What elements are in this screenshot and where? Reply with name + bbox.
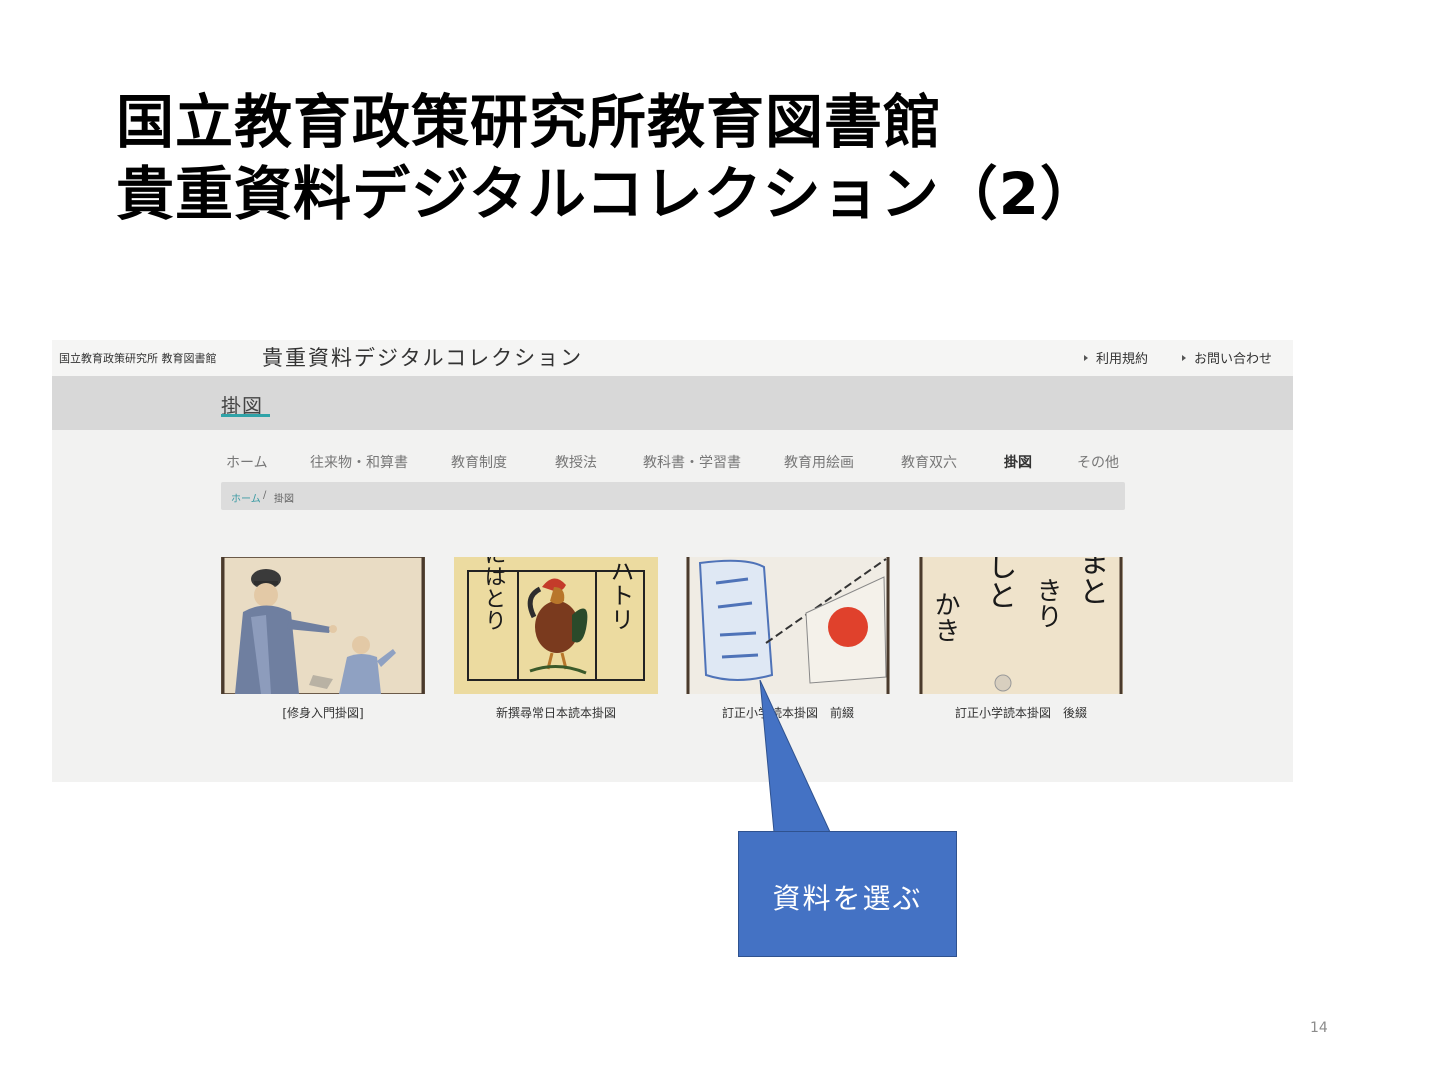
contact-label: お問い合わせ [1194,352,1273,367]
item-caption-2[interactable]: 新撰尋常日本読本掛図 [454,704,658,721]
thumb-text-left: にはとり [481,557,506,631]
figures-illustration [221,557,425,694]
slide-title-line1: 国立教育政策研究所教育図書館 [116,88,943,156]
site-header: 国立教育政策研究所 教育図書館 貴重資料デジタルコレクション 利用規約 お問い合… [52,340,1293,377]
slide-title-line2: 貴重資料デジタルコレクション（2） [116,160,1100,228]
terms-label: 利用規約 [1096,352,1149,367]
nav-item-kakezu[interactable]: 掛図 [1004,452,1032,472]
rooster-illustration: にはとり ニハトリ [454,557,658,694]
item-thumbnail-3[interactable] [686,557,890,694]
nav-item-methods[interactable]: 教授法 [555,452,597,472]
thumb-text-nashito: なしと [982,557,1017,610]
terms-link[interactable]: 利用規約 [1084,348,1148,367]
breadcrumb-separator: / [263,490,267,501]
nav-item-pictures[interactable]: 教育用絵画 [784,452,854,472]
thumb-text-kaki: かき [930,591,960,643]
breadcrumb-home[interactable]: ホーム [231,490,261,505]
calligraphy-illustration: かき なしと こまと きり [919,557,1123,694]
triangle-icon [1182,355,1186,361]
item-thumbnail-1[interactable] [221,557,425,694]
item-thumbnail-4[interactable]: かき なしと こまと きり [919,557,1123,694]
page-number: 14 [1310,1020,1328,1036]
breadcrumb-current: 掛図 [274,494,294,505]
breadcrumb: ホーム / 掛図 [221,482,1125,510]
item-thumbnail-2[interactable]: にはとり ニハトリ [454,557,658,694]
callout-text: 資料を選ぶ [772,882,923,915]
nav-item-system[interactable]: 教育制度 [451,452,507,472]
nav-item-oraimono[interactable]: 往来物・和算書 [310,452,408,472]
org-name: 国立教育政策研究所 教育図書館 [59,352,217,365]
item-caption-4[interactable]: 訂正小学読本掛図 後綴 [919,704,1123,721]
website-screenshot: 国立教育政策研究所 教育図書館 貴重資料デジタルコレクション 利用規約 お問い合… [52,340,1293,782]
callout-pointer [759,680,831,833]
flag-illustration [686,557,890,694]
thumb-text-right: ニハトリ [606,557,634,631]
item-caption-1[interactable]: [修身入門掛図] [221,704,425,721]
nav-item-home[interactable]: ホーム [226,452,268,472]
site-title[interactable]: 貴重資料デジタルコレクション [262,342,583,372]
slide-title: 国立教育政策研究所教育図書館 貴重資料デジタルコレクション（2） [116,86,1099,230]
nav-item-other[interactable]: その他 [1077,452,1119,472]
callout-box: 資料を選ぶ [738,831,957,957]
section-title-underline [221,414,270,417]
nav-item-sugoroku[interactable]: 教育双六 [901,452,957,472]
thumb-text-komato: こまと [1074,557,1109,606]
section-band: 掛図 [52,376,1293,430]
thumb-text-kiri: きり [1032,577,1062,629]
category-nav: ホーム 往来物・和算書 教育制度 教授法 教科書・学習書 教育用絵画 教育双六 … [52,452,1293,474]
triangle-icon [1084,355,1088,361]
contact-link[interactable]: お問い合わせ [1182,348,1272,367]
nav-item-textbooks[interactable]: 教科書・学習書 [643,452,741,472]
